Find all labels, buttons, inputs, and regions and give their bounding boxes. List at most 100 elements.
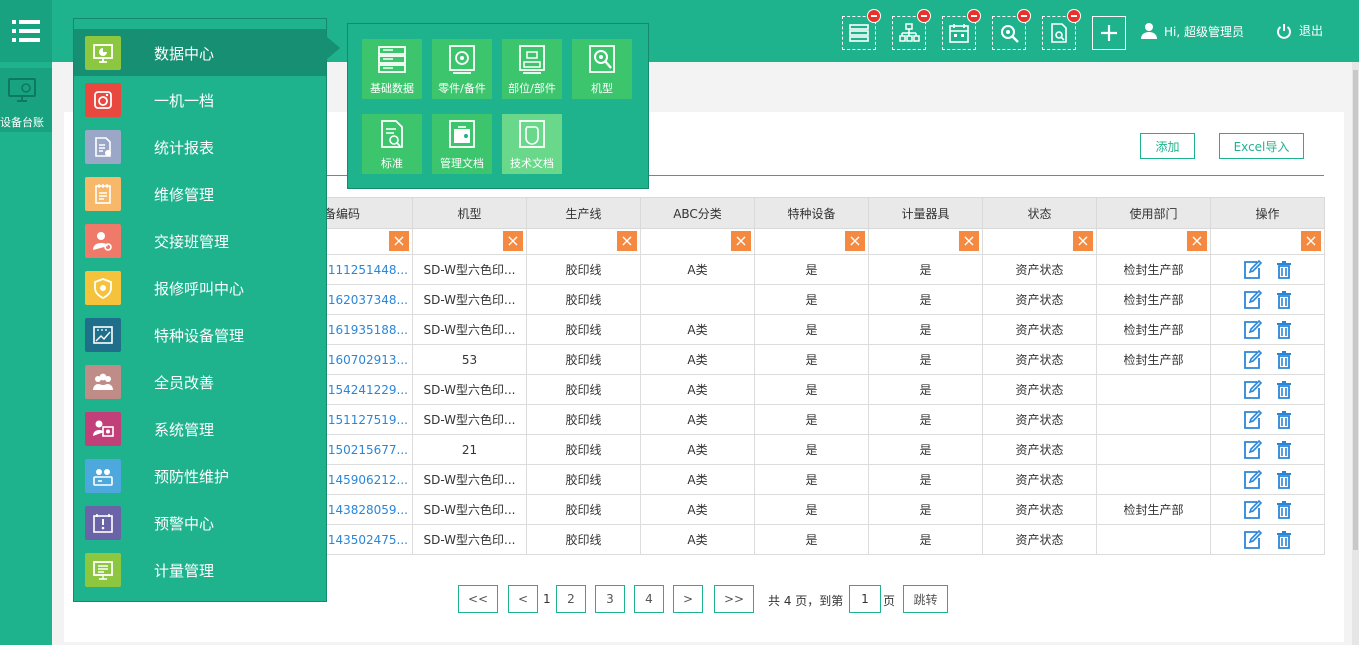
- submenu-item[interactable]: 基础数据: [362, 39, 422, 99]
- clear-filter-icon[interactable]: ×: [1187, 231, 1207, 251]
- add-shortcut-button[interactable]: [1092, 16, 1126, 50]
- logout-button[interactable]: 退出: [1276, 22, 1323, 39]
- menu-item[interactable]: 全员改善: [74, 358, 326, 405]
- filter-cell[interactable]: ×: [982, 228, 1097, 255]
- menu-item[interactable]: 维修管理: [74, 170, 326, 217]
- menu-toggle-button[interactable]: [0, 0, 52, 62]
- column-header[interactable]: 计量器具: [868, 197, 983, 229]
- tool-document-search-button[interactable]: [1042, 9, 1081, 50]
- table-cell: A类: [640, 464, 755, 495]
- excel-import-button[interactable]: Excel导入: [1219, 133, 1304, 159]
- delete-icon[interactable]: [1274, 260, 1294, 280]
- filter-cell[interactable]: ×: [868, 228, 983, 255]
- menu-item[interactable]: 统计报表: [74, 123, 326, 170]
- submenu-item[interactable]: 技术文档: [502, 114, 562, 174]
- first-page-button[interactable]: <<: [458, 585, 498, 613]
- edit-icon[interactable]: [1242, 529, 1262, 550]
- add-button[interactable]: 添加: [1140, 133, 1195, 159]
- edit-icon[interactable]: [1242, 499, 1262, 520]
- edit-icon[interactable]: [1242, 409, 1262, 430]
- clear-filter-icon[interactable]: ×: [617, 231, 637, 251]
- menu-item[interactable]: 预防性维护: [74, 452, 326, 499]
- menu-item[interactable]: 预警中心: [74, 499, 326, 546]
- table-cell: 是: [868, 464, 983, 495]
- page-4-button[interactable]: 4: [634, 585, 664, 613]
- tool-gear-search-button[interactable]: [992, 9, 1031, 50]
- column-header[interactable]: 特种设备: [754, 197, 869, 229]
- filter-cell[interactable]: ×: [412, 228, 527, 255]
- filter-cell[interactable]: ×: [526, 228, 641, 255]
- clear-filter-icon[interactable]: ×: [959, 231, 979, 251]
- clear-filter-icon[interactable]: ×: [1301, 231, 1321, 251]
- column-header[interactable]: ABC分类: [640, 197, 755, 229]
- table-cell: SD-W型六色印...: [412, 254, 527, 285]
- clear-filter-icon[interactable]: ×: [389, 231, 409, 251]
- scrollbar-thumb[interactable]: [1353, 70, 1358, 550]
- next-page-button[interactable]: >: [673, 585, 703, 613]
- submenu-item[interactable]: 部位/部件: [502, 39, 562, 99]
- delete-icon[interactable]: [1274, 470, 1294, 490]
- delete-icon[interactable]: [1274, 500, 1294, 520]
- remove-badge[interactable]: [1067, 9, 1081, 23]
- delete-icon[interactable]: [1274, 530, 1294, 550]
- tool-tree-button[interactable]: [892, 9, 931, 50]
- clear-filter-icon[interactable]: ×: [503, 231, 523, 251]
- menu-item-label: 统计报表: [154, 139, 215, 157]
- last-page-button[interactable]: >>: [714, 585, 754, 613]
- tool-calendar-button[interactable]: [942, 9, 981, 50]
- delete-icon[interactable]: [1274, 350, 1294, 370]
- column-header[interactable]: 使用部门: [1096, 197, 1211, 229]
- menu-item[interactable]: 一机一档: [74, 76, 326, 123]
- delete-icon[interactable]: [1274, 320, 1294, 340]
- remove-badge[interactable]: [1017, 9, 1031, 23]
- menu-item[interactable]: 特种设备管理: [74, 311, 326, 358]
- edit-icon[interactable]: [1242, 319, 1262, 340]
- rail-item-equipment-ledger[interactable]: 设备台账: [0, 68, 52, 132]
- delete-icon[interactable]: [1274, 410, 1294, 430]
- submenu-item[interactable]: 零件/备件: [432, 39, 492, 99]
- delete-icon[interactable]: [1274, 380, 1294, 400]
- prev-page-button[interactable]: <: [508, 585, 538, 613]
- user-info[interactable]: Hi, 超级管理员: [1140, 22, 1244, 40]
- menu-item[interactable]: 交接班管理: [74, 217, 326, 264]
- tool-list-button[interactable]: [842, 9, 881, 50]
- menu-item[interactable]: 计量管理: [74, 546, 326, 593]
- menu-item[interactable]: 数据中心: [74, 29, 326, 76]
- edit-icon[interactable]: [1242, 379, 1262, 400]
- actions-cell: [1210, 404, 1325, 435]
- submenu-item[interactable]: 机型: [572, 39, 632, 99]
- menu-item[interactable]: 报修呼叫中心: [74, 264, 326, 311]
- jump-button[interactable]: 跳转: [903, 585, 948, 613]
- submenu-item[interactable]: 管理文档: [432, 114, 492, 174]
- remove-badge[interactable]: [867, 9, 881, 23]
- page-2-button[interactable]: 2: [556, 585, 586, 613]
- clear-filter-icon[interactable]: ×: [845, 231, 865, 251]
- delete-icon[interactable]: [1274, 440, 1294, 460]
- submenu-item[interactable]: 标准: [362, 114, 422, 174]
- vertical-scrollbar[interactable]: [1352, 62, 1359, 645]
- clear-filter-icon[interactable]: ×: [1073, 231, 1093, 251]
- filter-cell[interactable]: ×: [754, 228, 869, 255]
- remove-badge[interactable]: [917, 9, 931, 23]
- column-header[interactable]: 机型: [412, 197, 527, 229]
- plus-icon: [1101, 25, 1117, 41]
- menu-item-icon-box: [85, 130, 121, 164]
- clear-filter-icon[interactable]: ×: [731, 231, 751, 251]
- filter-cell[interactable]: ×: [640, 228, 755, 255]
- edit-icon[interactable]: [1242, 469, 1262, 490]
- remove-badge[interactable]: [967, 9, 981, 23]
- jump-page-input[interactable]: 1: [849, 585, 881, 613]
- actions-cell: [1210, 494, 1325, 525]
- page-3-button[interactable]: 3: [595, 585, 625, 613]
- edit-icon[interactable]: [1242, 259, 1262, 280]
- delete-icon[interactable]: [1274, 290, 1294, 310]
- table-cell: 53: [412, 344, 527, 375]
- edit-icon[interactable]: [1242, 439, 1262, 460]
- edit-icon[interactable]: [1242, 349, 1262, 370]
- menu-item[interactable]: 系统管理: [74, 405, 326, 452]
- column-header[interactable]: 生产线: [526, 197, 641, 229]
- edit-icon[interactable]: [1242, 289, 1262, 310]
- filter-cell[interactable]: ×: [1096, 228, 1211, 255]
- column-header[interactable]: 状态: [982, 197, 1097, 229]
- filter-cell[interactable]: ×: [1210, 228, 1325, 255]
